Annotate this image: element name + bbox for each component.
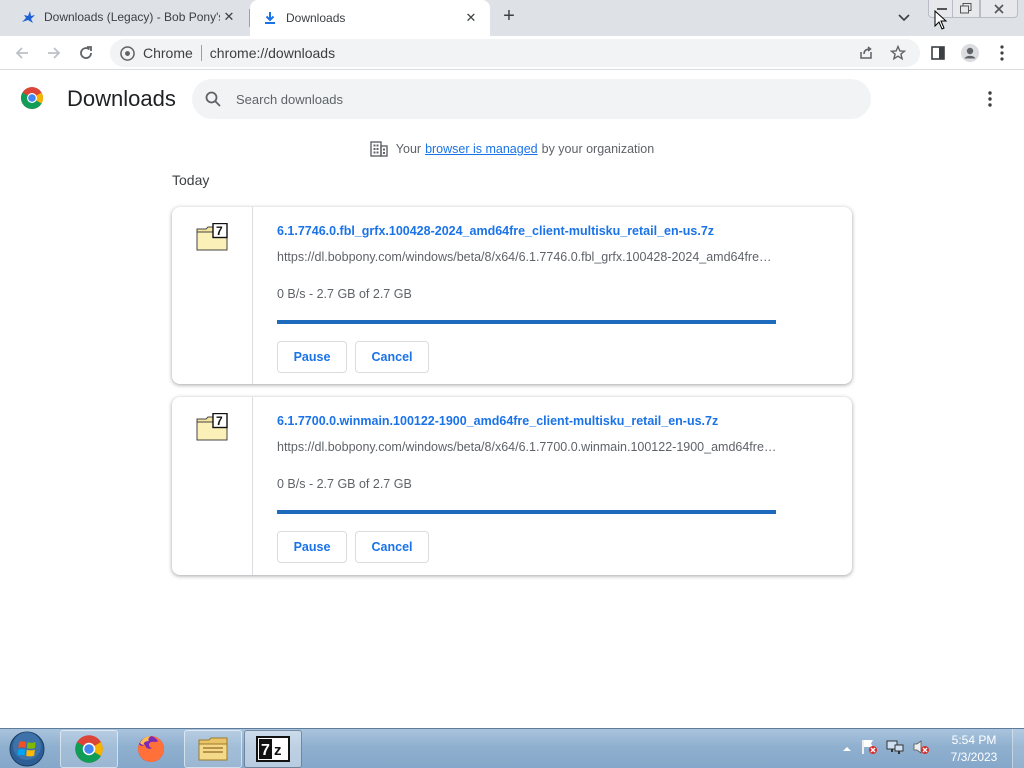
taskbar-chrome-icon[interactable] <box>60 730 118 768</box>
managed-browser-notice: Your browser is managed by your organiza… <box>0 138 1024 160</box>
tab-bobpony-downloads[interactable]: Downloads (Legacy) - Bob Pony's Download… <box>8 0 248 34</box>
cancel-button[interactable]: Cancel <box>355 531 429 563</box>
download-item: 7 6.1.7700.0.winmain.100122-1900_amd64fr… <box>172 397 852 575</box>
tab-title: Downloads <box>286 11 346 25</box>
download-item: 7 6.1.7746.0.fbl_grfx.100428-2024_amd64f… <box>172 207 852 384</box>
download-progress-bar <box>277 510 776 514</box>
page-title: Downloads <box>67 86 176 111</box>
tab-search-chevron-icon[interactable] <box>894 9 914 27</box>
show-desktop-button[interactable] <box>1012 729 1024 768</box>
browser-managed-link[interactable]: browser is managed <box>425 142 538 156</box>
reload-icon[interactable] <box>74 41 98 65</box>
tab-strip: Downloads (Legacy) - Bob Pony's Download… <box>0 0 1024 36</box>
side-panel-icon[interactable] <box>926 41 950 65</box>
taskbar-7zip-icon[interactable]: 7 z <box>244 730 302 768</box>
download-progress-fill <box>277 510 776 514</box>
windows-taskbar: 7 z 5:54 PM 7/3/2023 <box>0 728 1024 768</box>
start-orb-button[interactable] <box>4 730 50 768</box>
close-tab-icon[interactable]: ✕ <box>220 8 238 26</box>
download-filename-link[interactable]: 6.1.7700.0.winmain.100122-1900_amd64fre_… <box>277 414 718 428</box>
svg-text:z: z <box>274 742 282 759</box>
bookmark-star-icon[interactable] <box>889 44 907 62</box>
cancel-button[interactable]: Cancel <box>355 341 429 373</box>
clock-date: 7/3/2023 <box>950 750 998 764</box>
svg-text:7: 7 <box>216 414 223 428</box>
close-window-button[interactable] <box>980 0 1018 18</box>
mouse-cursor-icon <box>934 9 948 35</box>
building-icon <box>370 140 388 158</box>
address-bar[interactable]: Chrome chrome://downloads <box>110 39 920 67</box>
url-text[interactable]: chrome://downloads <box>210 45 335 61</box>
network-icon[interactable] <box>886 739 904 760</box>
address-separator <box>200 45 202 61</box>
managed-notice-suffix: by your organization <box>541 142 655 156</box>
chrome-site-icon <box>119 45 135 61</box>
action-center-warning-icon[interactable] <box>860 739 878 760</box>
download-source-url[interactable]: https://dl.bobpony.com/windows/beta/8/x6… <box>277 440 777 454</box>
7zip-archive-icon: 7 <box>196 412 228 441</box>
file-icon-column: 7 <box>172 397 253 575</box>
browser-menu-icon[interactable] <box>990 41 1014 65</box>
taskbar-explorer-icon[interactable] <box>184 730 242 768</box>
download-progress-fill <box>277 320 776 324</box>
blue-bird-icon <box>20 9 36 25</box>
restore-window-button[interactable] <box>952 0 980 18</box>
browser-toolbar: Chrome chrome://downloads <box>0 36 1024 70</box>
taskbar-firefox-icon[interactable] <box>122 730 180 768</box>
volume-muted-icon[interactable] <box>912 739 930 760</box>
taskbar-clock[interactable]: 5:54 PM 7/3/2023 <box>944 732 1004 766</box>
tab-title: Downloads (Legacy) - Bob Pony's Download… <box>44 10 220 24</box>
download-progress-bar <box>277 320 776 324</box>
pause-button[interactable]: Pause <box>277 531 347 563</box>
forward-arrow-icon[interactable] <box>42 41 66 65</box>
7zip-archive-icon: 7 <box>196 222 228 251</box>
chrome-logo-icon <box>20 86 44 110</box>
file-icon-column: 7 <box>172 207 253 384</box>
download-status: 0 B/s - 2.7 GB of 2.7 GB <box>277 287 412 301</box>
search-input[interactable] <box>236 79 856 119</box>
site-chip-label: Chrome <box>143 45 193 61</box>
clock-time: 5:54 PM <box>951 733 997 747</box>
share-icon[interactable] <box>857 44 875 62</box>
date-header: Today <box>172 172 210 188</box>
download-filename-link[interactable]: 6.1.7746.0.fbl_grfx.100428-2024_amd64fre… <box>277 224 714 238</box>
back-arrow-icon[interactable] <box>10 41 34 65</box>
downloads-header: Downloads <box>0 71 1024 127</box>
download-source-url[interactable]: https://dl.bobpony.com/windows/beta/8/x6… <box>277 250 777 264</box>
new-tab-button[interactable]: + <box>498 6 520 28</box>
managed-notice-prefix: Your <box>395 142 422 156</box>
search-icon <box>204 90 222 108</box>
svg-text:7: 7 <box>216 224 223 238</box>
download-status: 0 B/s - 2.7 GB of 2.7 GB <box>277 477 412 491</box>
search-downloads-box[interactable] <box>192 79 871 119</box>
svg-text:7: 7 <box>261 742 270 759</box>
system-tray <box>842 729 930 768</box>
pause-button[interactable]: Pause <box>277 341 347 373</box>
close-tab-icon[interactable]: ✕ <box>462 9 480 27</box>
show-hidden-icons-icon[interactable] <box>842 740 852 758</box>
tab-downloads[interactable]: Downloads ✕ <box>250 0 490 36</box>
profile-avatar-icon[interactable] <box>958 41 982 65</box>
download-arrow-icon <box>262 10 278 26</box>
more-actions-icon[interactable] <box>980 88 1000 110</box>
